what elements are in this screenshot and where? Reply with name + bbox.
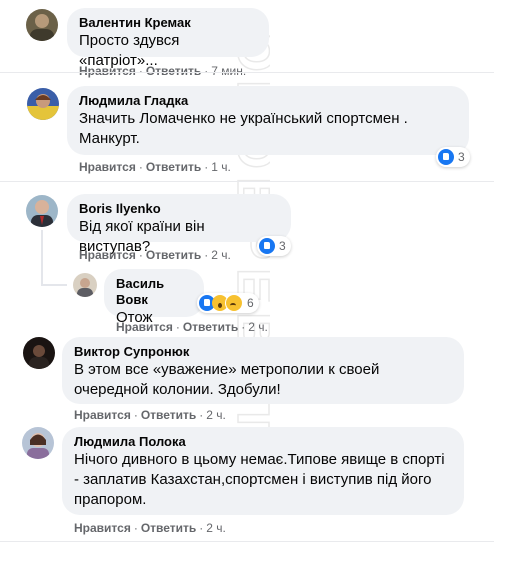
comment-time[interactable]: 7 мин. — [211, 64, 246, 78]
reaction-count: 6 — [247, 296, 254, 310]
reply-button[interactable]: Ответить — [146, 64, 201, 78]
reply-button[interactable]: Ответить — [141, 408, 196, 422]
reply-button[interactable]: Ответить — [183, 320, 238, 334]
comment-text: В этом все «уважение» метрополии к своей… — [74, 361, 380, 398]
reactions-badge[interactable]: 3 — [257, 236, 291, 256]
comment-time[interactable]: 2 ч. — [211, 248, 231, 262]
avatar[interactable] — [73, 273, 97, 297]
separator: · — [204, 160, 209, 174]
separator: · — [138, 248, 143, 262]
separator: · — [133, 521, 138, 535]
like-button[interactable]: Нравится — [79, 248, 136, 262]
comment-author[interactable]: Валентин Кремак — [79, 15, 257, 31]
comment-text: Нічого дивного в цьому немає.Типове явищ… — [74, 451, 445, 508]
separator: · — [199, 521, 204, 535]
comment-time[interactable]: 1 ч. — [211, 160, 231, 174]
reaction-count: 3 — [458, 150, 465, 164]
comment-bubble: Валентин Кремак Просто здувся «патріот».… — [67, 8, 269, 69]
like-button[interactable]: Нравится — [79, 160, 136, 174]
comment-actions: Нравится · Ответить · 7 мин. — [79, 64, 246, 78]
divider — [0, 541, 494, 542]
separator: · — [241, 320, 246, 334]
separator: · — [199, 408, 204, 422]
like-button[interactable]: Нравится — [74, 521, 131, 535]
divider — [0, 181, 494, 182]
reactions-badge[interactable]: 3 — [436, 147, 470, 167]
separator: · — [175, 320, 180, 334]
comment-actions: Нравится · Ответить · 2 ч. — [79, 248, 231, 262]
separator: · — [138, 64, 143, 78]
comment-actions: Нравится · Ответить · 1 ч. — [79, 160, 231, 174]
comment-bubble: Boris Ilyenko Від якої країни він виступ… — [67, 194, 291, 255]
thread-line — [41, 230, 43, 286]
comment-bubble: Людмила Полока Нічого дивного в цьому не… — [62, 427, 464, 515]
comment-bubble: Василь Вовк Отож — [104, 269, 204, 326]
like-button[interactable]: Нравится — [116, 320, 173, 334]
comment-text: Значить Ломаченко не український спортсм… — [79, 110, 408, 147]
separator: · — [204, 248, 209, 262]
like-reaction-icon — [438, 149, 454, 165]
divider — [0, 72, 494, 73]
reply-button[interactable]: Ответить — [141, 521, 196, 535]
comment-actions: Нравится · Ответить · 2 ч. — [74, 521, 226, 535]
avatar[interactable] — [27, 88, 59, 120]
like-button[interactable]: Нравится — [79, 64, 136, 78]
separator: · — [138, 160, 143, 174]
reply-button[interactable]: Ответить — [146, 160, 201, 174]
avatar[interactable] — [23, 337, 55, 369]
reaction-count: 3 — [279, 239, 286, 253]
comment-time[interactable]: 2 ч. — [206, 408, 226, 422]
like-button[interactable]: Нравится — [74, 408, 131, 422]
avatar[interactable] — [26, 9, 58, 41]
comment-author[interactable]: Людмила Полока — [74, 434, 452, 450]
separator: · — [133, 408, 138, 422]
comment-time[interactable]: 2 ч. — [206, 521, 226, 535]
comment-actions: Нравится · Ответить · 2 ч. — [74, 408, 226, 422]
avatar[interactable] — [22, 427, 54, 459]
like-reaction-icon — [259, 238, 275, 254]
comment-time[interactable]: 2 ч. — [248, 320, 268, 334]
reactions-badge[interactable]: 6 — [197, 293, 259, 313]
comment-author[interactable]: Виктор Супронюк — [74, 344, 452, 360]
sad-reaction-icon — [225, 294, 243, 312]
comment-author[interactable]: Василь Вовк — [116, 276, 192, 308]
comment-bubble: Виктор Супронюк В этом все «уважение» ме… — [62, 337, 464, 404]
comment-bubble: Людмила Гладка Значить Ломаченко не укра… — [67, 86, 469, 155]
avatar[interactable] — [26, 195, 58, 227]
comment-author[interactable]: Boris Ilyenko — [79, 201, 279, 217]
thread-line — [41, 284, 67, 286]
comment-author[interactable]: Людмила Гладка — [79, 93, 457, 109]
comment-actions: Нравится · Ответить · 2 ч. — [116, 320, 268, 334]
separator: · — [204, 64, 209, 78]
reply-button[interactable]: Ответить — [146, 248, 201, 262]
